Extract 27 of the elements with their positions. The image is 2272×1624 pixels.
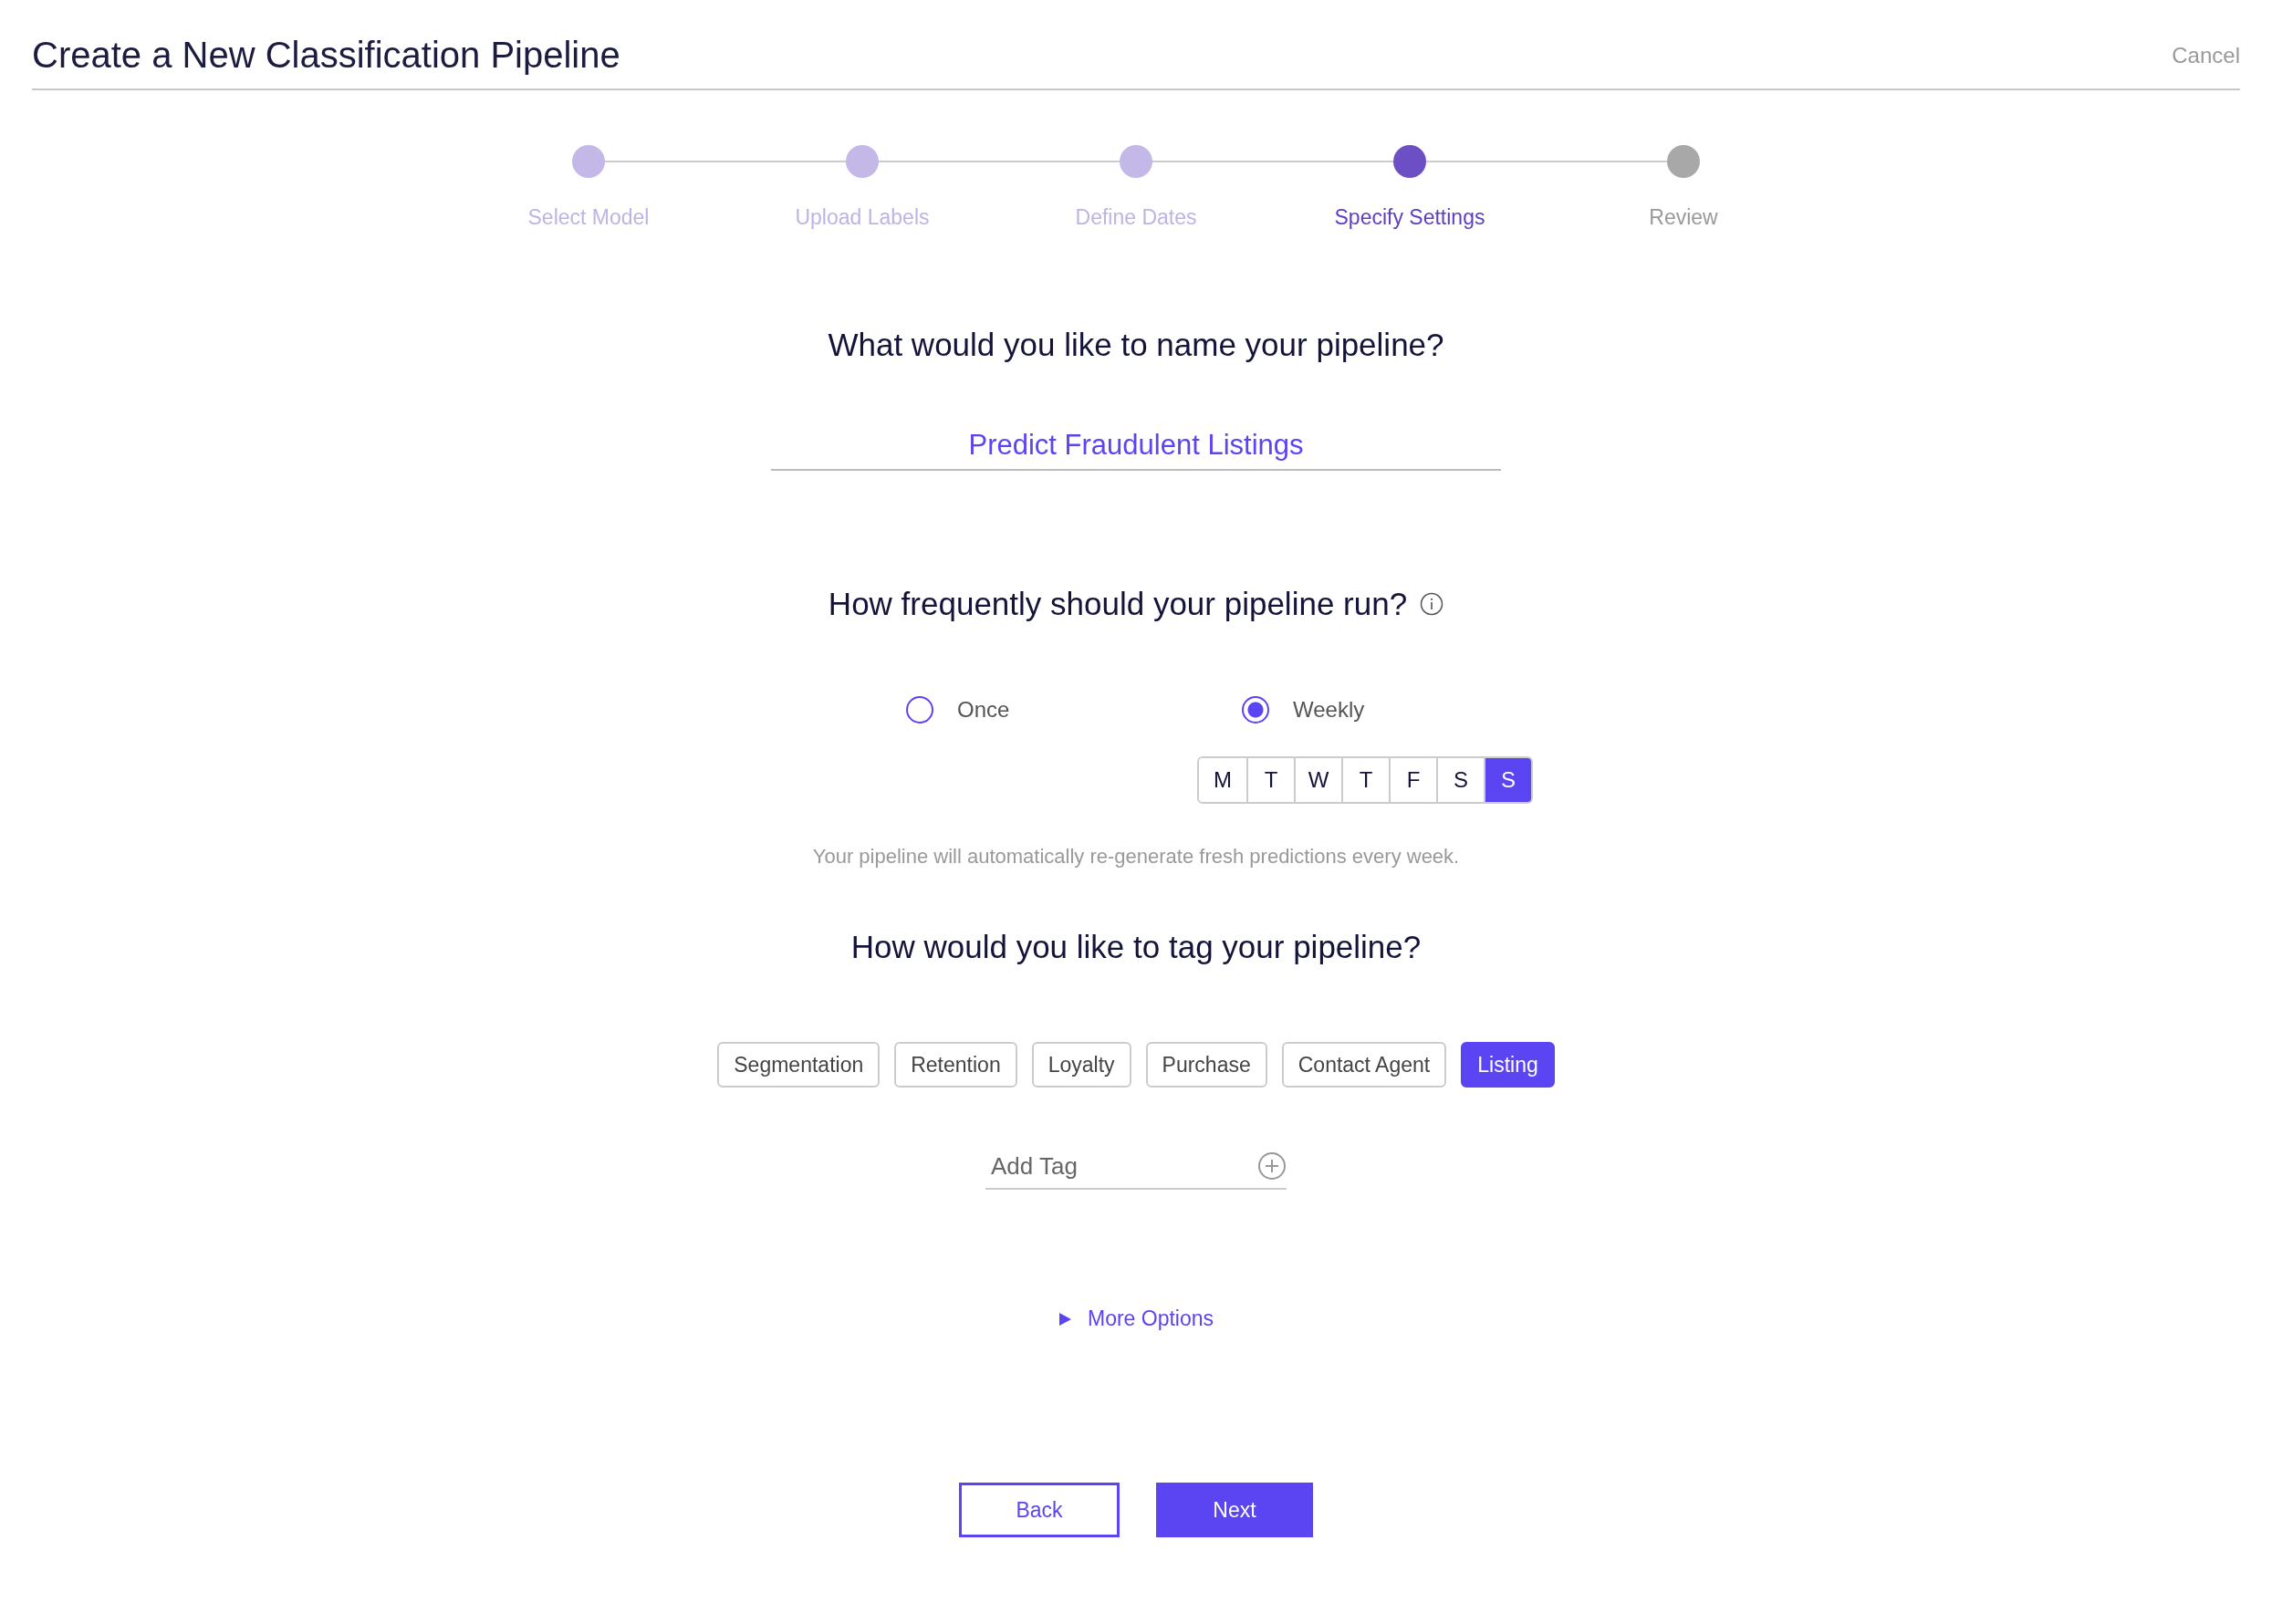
step-label: Specify Settings xyxy=(1334,205,1485,230)
tag-chip[interactable]: Contact Agent xyxy=(1281,1042,1447,1088)
step-label: Review xyxy=(1649,205,1718,230)
name-question: What would you like to name your pipeline? xyxy=(827,327,1445,363)
radio-label: Weekly xyxy=(1293,697,1365,723)
more-options-toggle[interactable]: More Options xyxy=(1058,1306,1214,1331)
page-title: Create a New Classification Pipeline xyxy=(32,35,620,76)
step-label: Upload Labels xyxy=(795,205,930,230)
radio-label: Once xyxy=(957,697,1010,723)
tag-chip[interactable]: Purchase xyxy=(1145,1042,1267,1088)
step-label: Select Model xyxy=(527,205,650,230)
tag-chip[interactable]: Retention xyxy=(894,1042,1017,1088)
day-toggle[interactable]: S xyxy=(1484,758,1531,802)
triangle-icon xyxy=(1058,1312,1071,1326)
step-label: Define Dates xyxy=(1075,205,1197,230)
info-icon[interactable] xyxy=(1420,592,1444,616)
tag-question: How would you like to tag your pipeline? xyxy=(849,929,1423,965)
radio-button[interactable] xyxy=(906,696,933,724)
frequency-question: How frequently should your pipeline run? xyxy=(828,586,1408,622)
tag-chip[interactable]: Loyalty xyxy=(1031,1042,1131,1088)
add-icon[interactable] xyxy=(1257,1151,1287,1181)
back-button[interactable]: Back xyxy=(959,1483,1120,1537)
radio-button[interactable] xyxy=(1242,696,1269,724)
tag-chip[interactable]: Listing xyxy=(1461,1042,1555,1088)
tag-chip[interactable]: Segmentation xyxy=(717,1042,881,1088)
next-button[interactable]: Next xyxy=(1156,1483,1313,1537)
schedule-note: Your pipeline will automatically re-generate fresh predictions every week. xyxy=(811,845,1461,869)
